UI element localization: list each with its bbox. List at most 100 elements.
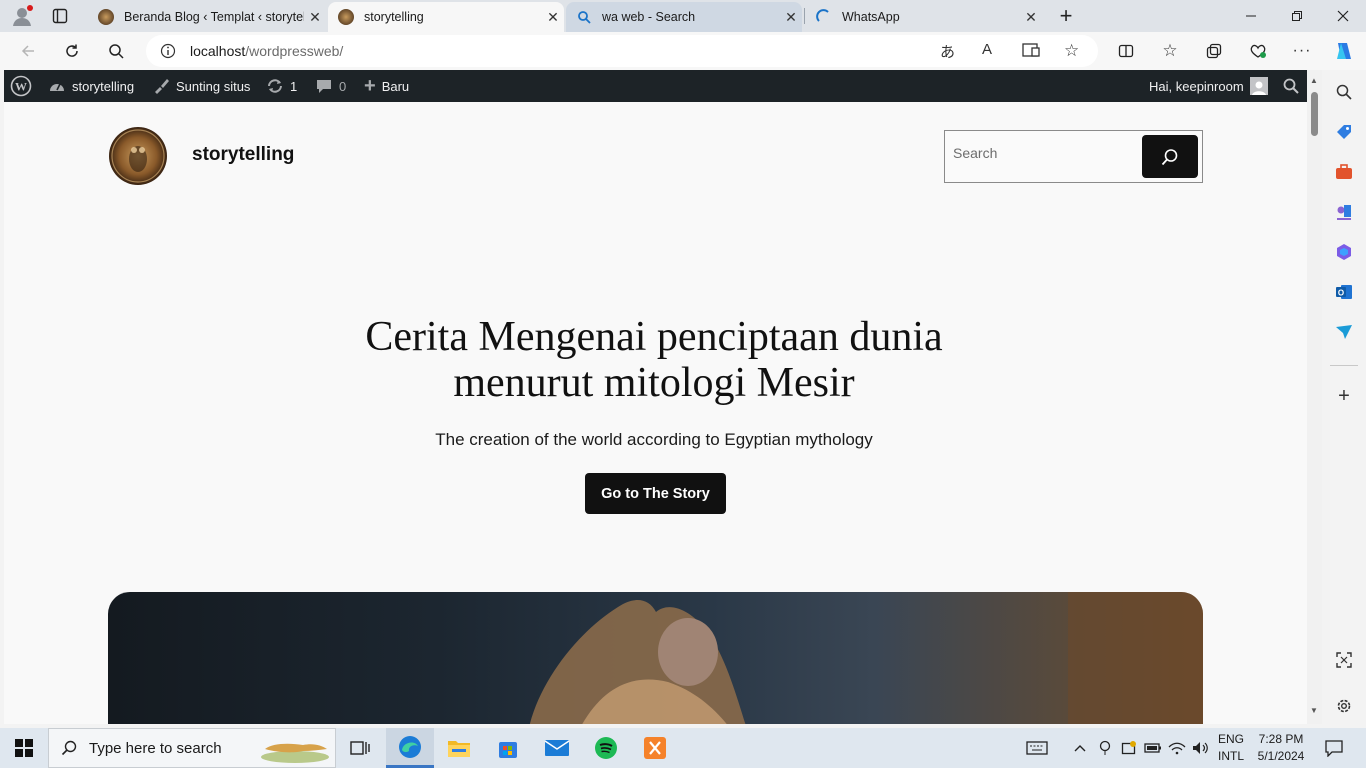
owl-coin-icon xyxy=(111,129,165,183)
browser-tab-strip: Beranda Blog ‹ Templat ‹ storytelling ✕ … xyxy=(0,0,1366,32)
tab-title: wa web - Search xyxy=(602,10,696,24)
tab-whatsapp[interactable]: WhatsApp ✕ xyxy=(806,2,1042,32)
wp-edit-site-link[interactable]: Sunting situs xyxy=(152,70,250,102)
show-hidden-icons-icon[interactable] xyxy=(1070,728,1090,768)
taskbar-search-box[interactable]: Type here to search xyxy=(48,728,336,768)
games-icon[interactable] xyxy=(1334,202,1354,222)
scrollbar-thumb[interactable] xyxy=(1311,92,1318,136)
minimize-icon[interactable] xyxy=(1228,0,1274,32)
tab-title: storytelling xyxy=(364,10,424,24)
restore-icon[interactable] xyxy=(1274,0,1320,32)
taskbar-clock[interactable]: 7:28 PM 5/1/2024 xyxy=(1252,728,1310,768)
taskbar-spotify-icon[interactable] xyxy=(582,728,630,768)
clock-time: 7:28 PM xyxy=(1258,732,1304,746)
comment-bubble-icon xyxy=(317,80,331,93)
back-icon[interactable] xyxy=(12,35,44,67)
owl-favicon-icon xyxy=(98,9,114,25)
address-bar[interactable]: localhost/wordpressweb/ あ A ☆ xyxy=(146,35,1098,67)
new-tab-icon[interactable]: + xyxy=(1052,0,1080,32)
language-code: ENG xyxy=(1217,732,1244,746)
collections-icon[interactable] xyxy=(1198,35,1230,67)
wordpress-logo-icon[interactable]: W xyxy=(10,70,32,102)
wp-comments-count: 0 xyxy=(339,78,347,94)
microsoft365-icon[interactable] xyxy=(1334,242,1354,262)
site-info-icon[interactable] xyxy=(146,43,190,59)
taskbar-xampp-icon[interactable] xyxy=(631,728,679,768)
shopping-tag-icon[interactable] xyxy=(1334,122,1354,142)
screenshot-icon[interactable] xyxy=(1334,650,1354,670)
tab-beranda-blog[interactable]: Beranda Blog ‹ Templat ‹ storytelling ✕ xyxy=(88,2,326,32)
wp-updates-link[interactable]: 1 xyxy=(266,70,297,102)
page-scrollbar[interactable]: ▲ ▼ xyxy=(1307,70,1322,724)
favorites-icon[interactable]: ☆ xyxy=(1154,35,1186,67)
search-icon[interactable] xyxy=(100,35,132,67)
add-sidebar-app-icon[interactable]: + xyxy=(1334,385,1354,407)
webcam-icon[interactable] xyxy=(1094,728,1116,768)
taskbar-file-explorer-icon[interactable] xyxy=(435,728,483,768)
wp-greeting: Hai, keepinroom xyxy=(1149,78,1244,94)
immersive-reader-icon[interactable] xyxy=(1022,42,1040,61)
avatar xyxy=(1249,77,1268,95)
hero-title: Cerita Mengenai penciptaan dunia menurut… xyxy=(365,314,943,406)
tab-wa-web-search[interactable]: wa web - Search ✕ xyxy=(566,2,802,32)
scroll-up-icon[interactable]: ▲ xyxy=(1310,76,1318,85)
search-icon xyxy=(49,740,89,756)
copilot-icon[interactable] xyxy=(1328,35,1360,67)
wp-comments-link[interactable]: 0 xyxy=(315,70,346,102)
wifi-icon[interactable] xyxy=(1166,728,1188,768)
site-logo[interactable] xyxy=(109,127,167,185)
outlook-icon[interactable]: O xyxy=(1334,282,1354,302)
tab-actions-icon[interactable] xyxy=(46,0,74,32)
tools-icon[interactable] xyxy=(1334,162,1354,182)
site-search-input[interactable]: Search xyxy=(953,145,997,161)
taskbar-mail-icon[interactable] xyxy=(533,728,581,768)
send-icon[interactable] xyxy=(1334,322,1354,342)
input-language-indicator[interactable]: ENG INTL xyxy=(1214,728,1248,768)
close-tab-icon[interactable]: ✕ xyxy=(304,9,326,26)
sidebar-settings-icon[interactable] xyxy=(1334,696,1354,716)
page-viewport: W storytelling Sunting situs 1 0 + Baru … xyxy=(4,70,1307,724)
battery-icon[interactable] xyxy=(1142,728,1164,768)
notification-alert-icon[interactable] xyxy=(1118,728,1140,768)
notification-center-icon[interactable] xyxy=(1318,728,1350,768)
tab-title: WhatsApp xyxy=(842,10,900,24)
go-to-story-button[interactable]: Go to The Story xyxy=(585,473,726,514)
wp-new-content-link[interactable]: + Baru xyxy=(364,70,409,102)
refresh-icon[interactable] xyxy=(56,35,88,67)
wp-site-name-link[interactable]: storytelling xyxy=(48,70,134,102)
more-options-icon[interactable]: ··· xyxy=(1286,35,1318,67)
read-aloud-icon[interactable]: A xyxy=(982,41,992,58)
split-screen-icon[interactable] xyxy=(1110,35,1142,67)
wp-edit-site-label: Sunting situs xyxy=(176,78,251,94)
site-search-form: Search xyxy=(944,130,1203,183)
volume-icon[interactable] xyxy=(1190,728,1212,768)
task-view-icon[interactable] xyxy=(336,728,384,768)
close-tab-icon[interactable]: ✕ xyxy=(1020,9,1042,26)
site-search-button[interactable] xyxy=(1142,135,1198,178)
taskbar-store-icon[interactable] xyxy=(484,728,532,768)
wp-account-menu[interactable]: Hai, keepinroom xyxy=(1149,70,1268,102)
tab-storytelling[interactable]: storytelling ✕ xyxy=(328,2,564,32)
browser-essentials-icon[interactable] xyxy=(1242,35,1274,67)
svg-text:W: W xyxy=(15,80,27,94)
translate-icon[interactable]: あ xyxy=(940,41,955,62)
profile-avatar-icon[interactable] xyxy=(8,0,36,32)
url-host: localhost xyxy=(190,43,246,59)
virtual-keyboard-icon[interactable] xyxy=(1018,728,1056,768)
wp-search-icon[interactable] xyxy=(1283,70,1299,102)
site-title[interactable]: storytelling xyxy=(192,144,294,166)
close-tab-icon[interactable]: ✕ xyxy=(780,9,802,26)
search-favicon-icon xyxy=(576,9,592,25)
clock-date: 5/1/2024 xyxy=(1257,749,1305,763)
close-tab-icon[interactable]: ✕ xyxy=(542,9,564,26)
sidebar-search-icon[interactable] xyxy=(1334,82,1354,102)
loading-favicon-icon xyxy=(816,9,832,25)
brush-icon xyxy=(155,79,169,94)
hero-image xyxy=(108,592,1203,724)
favorite-star-icon[interactable]: ☆ xyxy=(1064,41,1079,61)
taskbar-edge-icon[interactable] xyxy=(386,728,434,768)
scroll-down-icon[interactable]: ▼ xyxy=(1310,706,1318,715)
windows-start-icon[interactable] xyxy=(0,728,48,768)
close-window-icon[interactable] xyxy=(1320,0,1366,32)
svg-text:O: O xyxy=(1338,289,1344,298)
